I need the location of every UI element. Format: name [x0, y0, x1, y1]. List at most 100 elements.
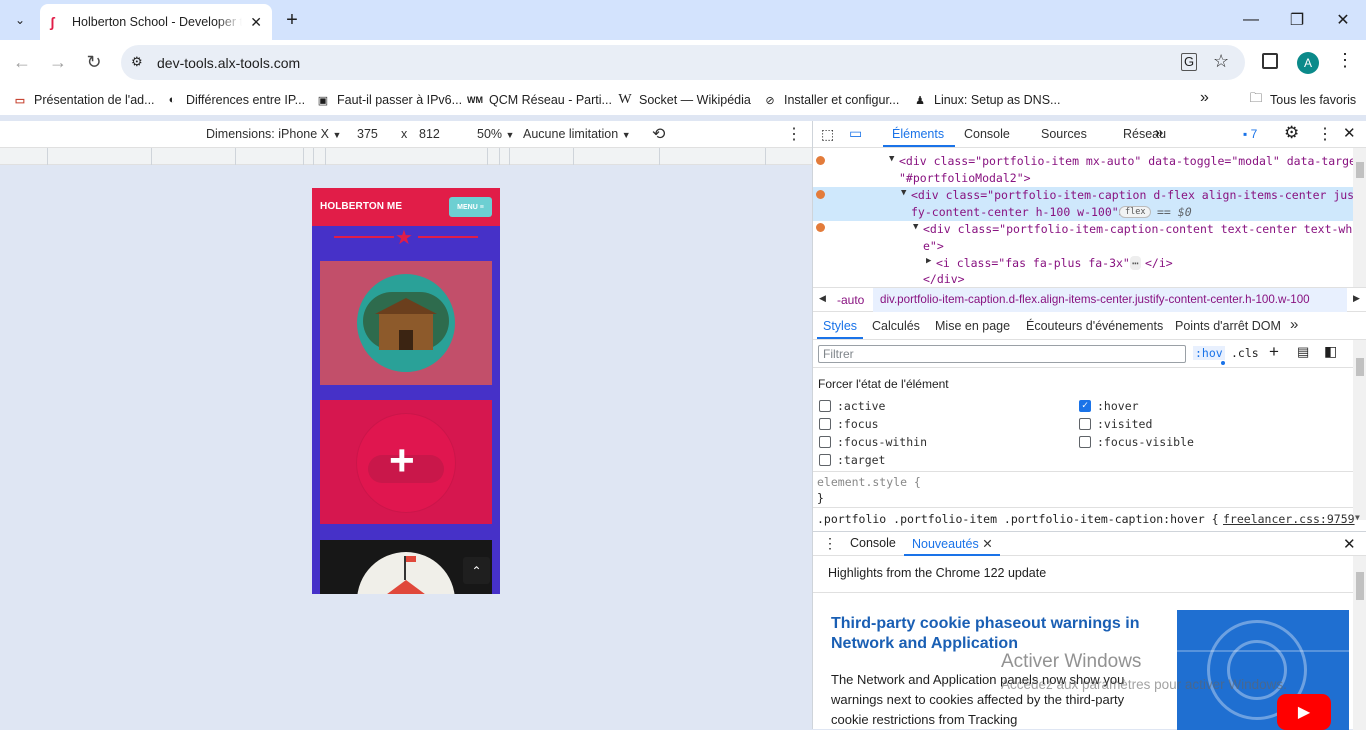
breadcrumb-current[interactable]: div.portfolio-item-caption.d-flex.align-… — [880, 293, 1310, 306]
bookmark-7[interactable]: ♟ Linux: Setup as DNS... — [912, 92, 1060, 108]
tab-event-listeners[interactable]: Écouteurs d'événements — [1026, 319, 1163, 333]
state-active[interactable]: :active — [819, 399, 885, 413]
bookmark-4[interactable]: WM QCM Réseau - Parti... — [467, 92, 612, 108]
rule-source-link[interactable]: freelancer.css:9759 — [1223, 512, 1355, 526]
zoom-select[interactable]: 50% ▼ — [477, 127, 514, 141]
media-query-ruler[interactable] — [0, 147, 812, 165]
drawer-menu-icon[interactable]: ⋮ — [823, 535, 837, 552]
all-bookmarks[interactable]: 🗀 Tous les favoris — [1248, 90, 1356, 108]
checkbox[interactable] — [819, 400, 831, 412]
chevron-left-icon[interactable]: ◀ — [819, 293, 826, 304]
checkbox[interactable] — [819, 418, 831, 430]
dom-line[interactable]: <div class="portfolio-item mx-auto" data… — [899, 154, 1366, 168]
portfolio-item-hover[interactable]: + — [320, 400, 492, 524]
scroll-thumb[interactable] — [1356, 162, 1364, 178]
bookmark-2[interactable]: ◐ Différences entre IP... — [164, 92, 305, 108]
bookmark-3[interactable]: ▣ Faut-il passer à IPv6... — [315, 92, 462, 108]
scroll-thumb[interactable] — [1356, 572, 1364, 600]
expand-triangle-icon[interactable]: ▶ — [926, 256, 931, 266]
hov-toggle[interactable]: :hov — [1193, 346, 1225, 360]
rotate-icon[interactable]: ⟲ — [652, 124, 665, 144]
article-title[interactable]: Third-party cookie phaseout warnings in … — [831, 614, 1151, 654]
new-tab-button[interactable]: + — [280, 8, 304, 32]
expand-triangle-icon[interactable]: ▼ — [901, 188, 906, 198]
tab-search-button[interactable]: ⌄ — [8, 8, 32, 32]
drawer-scrollbar[interactable] — [1353, 556, 1366, 730]
checkbox[interactable] — [819, 436, 831, 448]
address-bar[interactable]: ⚙ dev-tools.alx-tools.com G ☆ — [121, 45, 1245, 80]
close-devtools-icon[interactable]: ✕ — [1343, 124, 1356, 142]
checkbox[interactable] — [1079, 418, 1091, 430]
inspect-icon[interactable]: ⬚ — [821, 126, 834, 143]
device-toggle-icon[interactable]: ▭ — [849, 125, 862, 142]
state-visited[interactable]: :visited — [1079, 417, 1152, 431]
chevron-right-icon[interactable]: ▶ — [1353, 293, 1360, 304]
dom-line[interactable]: </i> — [1145, 256, 1173, 270]
dom-line-selected[interactable]: fy-content-center h-100 w-100"> — [911, 205, 1126, 219]
play-button-icon[interactable]: ▶ — [1277, 694, 1331, 730]
throttle-select[interactable]: Aucune limitation ▼ — [523, 127, 631, 141]
height-input[interactable]: 812 — [419, 127, 440, 141]
dom-line[interactable]: <i class="fas fa-plus fa-3x"> — [936, 256, 1137, 270]
styles-filter-input[interactable]: Filtrer — [818, 345, 1186, 363]
device-dimensions-select[interactable]: Dimensions: iPhone X ▼ — [206, 127, 341, 141]
bookmarks-overflow[interactable]: » — [1200, 89, 1209, 107]
star-icon[interactable]: ☆ — [1213, 51, 1229, 72]
dom-line[interactable]: </div> — [923, 272, 965, 286]
dom-line-selected[interactable]: <div class="portfolio-item-caption d-fle… — [911, 188, 1366, 202]
tab-styles[interactable]: Styles — [823, 319, 857, 333]
dom-line[interactable]: <div class="portfolio-item-caption-conte… — [923, 222, 1366, 236]
mobile-preview[interactable]: HOLBERTON ME MENU ≡ ★ + ⌃ — [312, 188, 500, 594]
elements-scrollbar[interactable] — [1353, 148, 1366, 287]
video-thumbnail[interactable]: ▶ — [1177, 610, 1349, 730]
close-tab-icon[interactable]: ✕ — [250, 14, 262, 31]
minimize-button[interactable]: — — [1228, 0, 1274, 40]
width-input[interactable]: 375 — [357, 127, 378, 141]
restore-button[interactable]: ❐ — [1274, 0, 1320, 40]
tab-dom-breakpoints[interactable]: Points d'arrêt DOM — [1175, 319, 1281, 333]
dom-line[interactable]: "#portfolioModal2"> — [899, 171, 1031, 185]
checkbox[interactable] — [1079, 436, 1091, 448]
scroll-down-icon[interactable]: ▼ — [1355, 513, 1360, 522]
settings-gear-icon[interactable]: ⚙ — [1284, 123, 1299, 143]
ellipsis-badge[interactable]: ⋯ — [1130, 256, 1141, 270]
back-button[interactable]: ← — [8, 48, 36, 76]
more-subtabs-icon[interactable]: » — [1290, 316, 1298, 333]
add-rule-icon[interactable]: + — [1269, 342, 1279, 362]
state-focus[interactable]: :focus — [819, 417, 879, 431]
tab-sources[interactable]: Sources — [1041, 127, 1087, 141]
forward-button[interactable]: → — [44, 48, 72, 76]
expand-triangle-icon[interactable]: ▼ — [889, 154, 894, 164]
portfolio-item-cabin[interactable] — [320, 261, 492, 385]
elements-tree[interactable]: ▼ <div class="portfolio-item mx-auto" da… — [813, 148, 1366, 287]
bookmark-6[interactable]: ⊘ Installer et configur... — [762, 92, 899, 108]
breadcrumb-item[interactable]: -auto — [837, 293, 864, 307]
state-focus-visible[interactable]: :focus-visible — [1079, 435, 1194, 449]
tab-elements[interactable]: Éléments — [892, 127, 944, 141]
site-settings-icon[interactable]: ⚙ — [131, 54, 143, 70]
customize-menu-icon[interactable]: ⋮ — [1317, 124, 1333, 144]
mobile-brand[interactable]: HOLBERTON ME — [320, 201, 402, 212]
kebab-menu-icon[interactable]: ⋮ — [1336, 50, 1354, 71]
rule-selector[interactable]: .portfolio .portfolio-item .portfolio-it… — [817, 512, 1219, 526]
issues-badge[interactable]: ▪ 7 — [1243, 127, 1257, 141]
element-style-selector[interactable]: element.style { — [817, 475, 921, 489]
close-window-button[interactable]: ✕ — [1320, 0, 1366, 40]
state-focus-within[interactable]: :focus-within — [819, 435, 927, 449]
drawer-tab-whats-new[interactable]: Nouveautés ✕ — [912, 536, 993, 551]
state-hover[interactable]: ✓:hover — [1079, 399, 1139, 413]
state-target[interactable]: :target — [819, 453, 885, 467]
checkbox-checked[interactable]: ✓ — [1079, 400, 1091, 412]
browser-tab[interactable]: ʃ Holberton School - Developer t ✕ — [40, 4, 272, 40]
color-format-icon[interactable]: ▤ — [1297, 344, 1309, 360]
mobile-menu-button[interactable]: MENU ≡ — [449, 197, 492, 217]
bookmark-1[interactable]: ▭ Présentation de l'ad... — [12, 92, 155, 108]
drawer-tab-console[interactable]: Console — [850, 536, 896, 550]
checkbox[interactable] — [819, 454, 831, 466]
translate-icon[interactable]: G — [1181, 53, 1198, 71]
flex-badge[interactable]: flex — [1119, 206, 1152, 218]
side-panel-icon[interactable] — [1262, 53, 1278, 69]
profile-avatar[interactable]: A — [1297, 52, 1319, 74]
cls-toggle[interactable]: .cls — [1231, 346, 1259, 360]
more-options-icon[interactable]: ⋮ — [786, 124, 802, 144]
